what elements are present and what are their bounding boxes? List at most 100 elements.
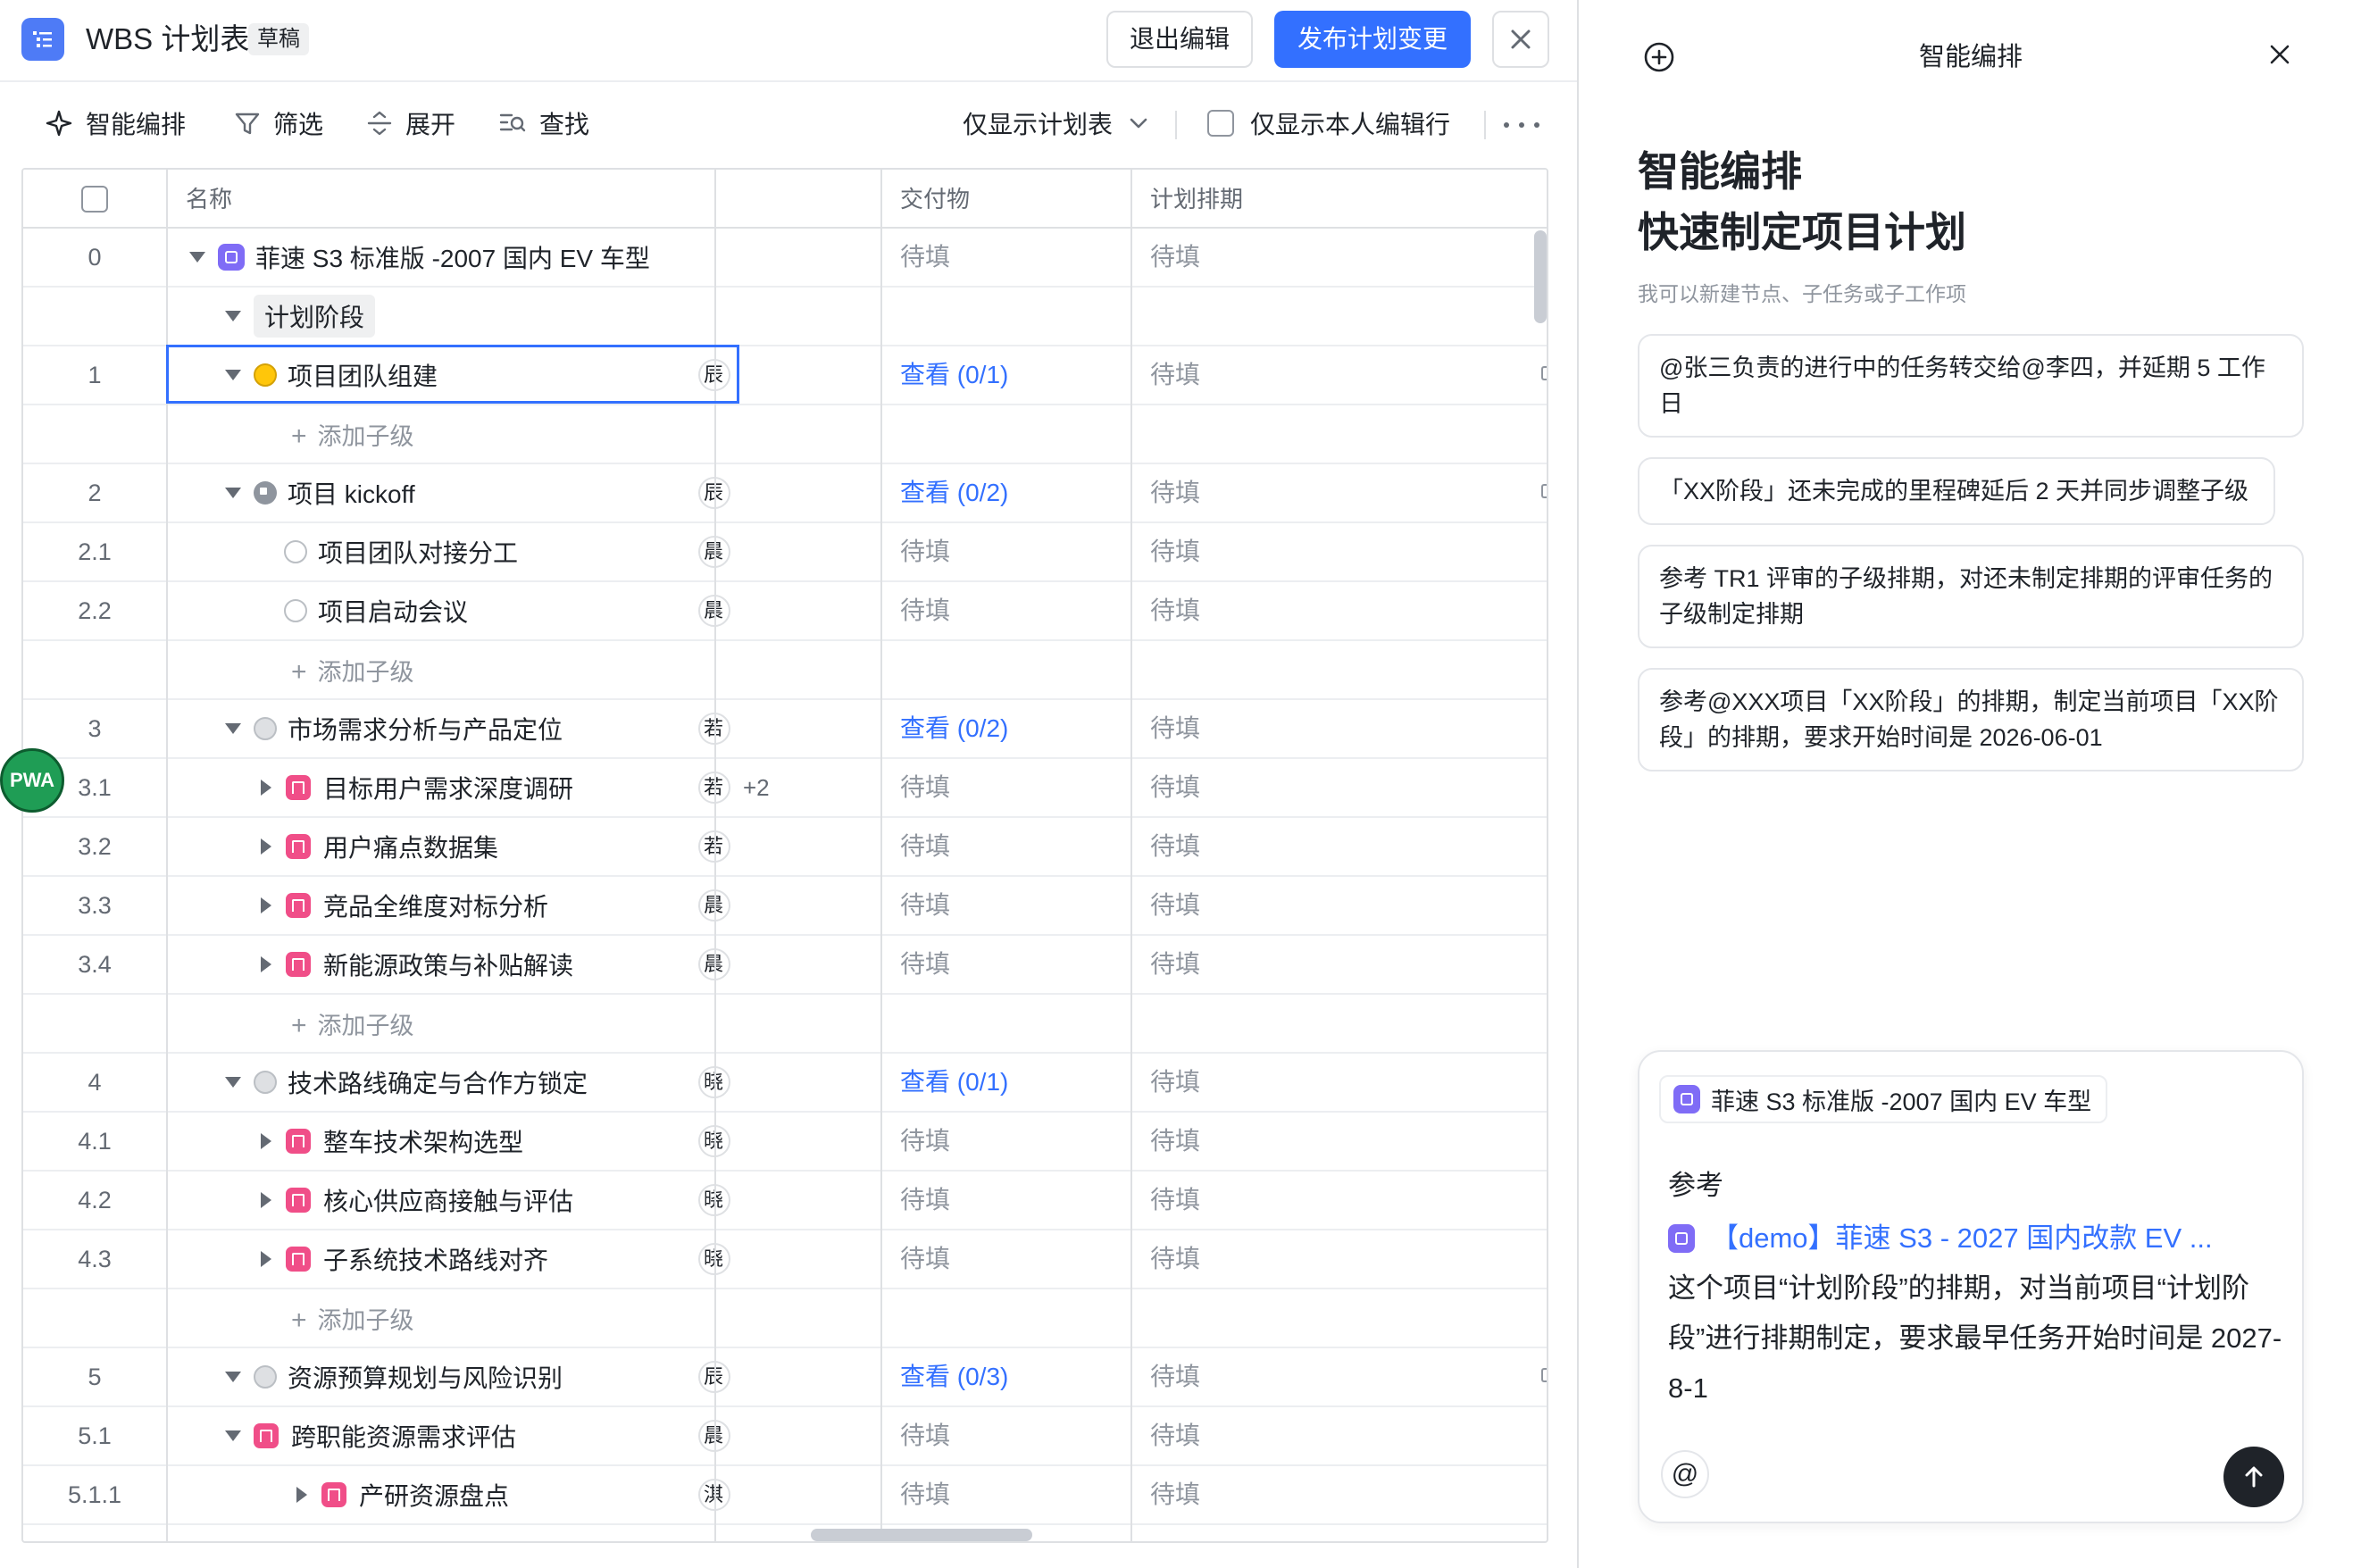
- deliverable-cell[interactable]: 待填: [900, 1230, 950, 1288]
- schedule-cell[interactable]: 待填: [1150, 1054, 1200, 1111]
- expand-toggle-icon[interactable]: [261, 780, 271, 796]
- prompt-composer[interactable]: 菲速 S3 标准版 -2007 国内 EV 车型 参考 【demo】菲速 S3 …: [1638, 1050, 2304, 1523]
- prompt-text[interactable]: 参考 【demo】菲速 S3 - 2027 国内改款 EV ... 这个项目“计…: [1668, 1161, 2284, 1414]
- table-row[interactable]: 3.2 用户痛点数据集 若 待填 待填: [23, 818, 1547, 877]
- row-name-cell[interactable]: 竞品全维度对标分析: [261, 877, 548, 934]
- expand-toggle-icon[interactable]: [261, 1133, 271, 1149]
- collapse-toggle-icon[interactable]: [225, 1372, 241, 1382]
- horizontal-scrollbar[interactable]: [811, 1529, 1032, 1541]
- owner-cell[interactable]: 晨: [698, 889, 730, 922]
- table-row[interactable]: 计划阶段: [23, 288, 1547, 346]
- only-mine-toggle[interactable]: 仅显示本人编辑行: [1207, 104, 1450, 143]
- owner-cell[interactable]: 晨: [698, 536, 730, 568]
- table-row[interactable]: 4.3 子系统技术路线对齐 晓 待填 待填: [23, 1230, 1547, 1289]
- row-name-cell[interactable]: 产研资源盘点: [296, 1466, 509, 1523]
- table-row[interactable]: 3.3 竞品全维度对标分析 晨 待填 待填: [23, 877, 1547, 936]
- table-row[interactable]: 2.1 项目团队对接分工 晨 待填 待填: [23, 523, 1547, 582]
- row-name-cell[interactable]: 跨职能资源需求评估: [225, 1407, 516, 1464]
- find-tool[interactable]: 查找: [498, 104, 589, 143]
- row-name-cell[interactable]: 目标用户需求深度调研: [261, 759, 573, 816]
- table-row[interactable]: 0 菲速 S3 标准版 -2007 国内 EV 车型 待填 待填: [23, 229, 1547, 288]
- send-button[interactable]: [2223, 1447, 2284, 1507]
- owner-cell[interactable]: 晓: [698, 1243, 730, 1275]
- table-row[interactable]: 4 技术路线确定与合作方锁定 晓 查看 (0/1) 待填: [23, 1054, 1547, 1113]
- deliverable-cell[interactable]: 待填: [900, 229, 950, 286]
- avatar[interactable]: PWA: [0, 748, 64, 813]
- row-name-cell[interactable]: 资源预算规划与风险识别: [225, 1348, 563, 1405]
- schedule-cell[interactable]: 待填: [1150, 1348, 1200, 1405]
- table-row[interactable]: 1 项目团队组建 辰 查看 (0/1) 待填: [23, 346, 1547, 405]
- schedule-cell[interactable]: 待填: [1150, 346, 1200, 404]
- schedule-cell[interactable]: 待填: [1150, 1113, 1200, 1170]
- row-name-cell[interactable]: 技术路线确定与合作方锁定: [225, 1054, 588, 1111]
- row-name-cell[interactable]: 新能源政策与补贴解读: [261, 936, 573, 993]
- add-child-row[interactable]: + 添加子级: [23, 1289, 1547, 1348]
- row-name-cell[interactable]: + 添加子级: [291, 405, 414, 463]
- collapse-toggle-icon[interactable]: [225, 1077, 241, 1088]
- table-row[interactable]: 5.1.1 产研资源盘点 淇 待填 待填: [23, 1466, 1547, 1525]
- schedule-cell[interactable]: 待填: [1150, 1407, 1200, 1464]
- expand-toggle-icon[interactable]: [261, 956, 271, 972]
- schedule-cell[interactable]: 待填: [1150, 1230, 1200, 1288]
- deliverable-cell[interactable]: 待填: [900, 1466, 950, 1523]
- close-button[interactable]: [1492, 11, 1549, 68]
- row-name-cell[interactable]: 用户痛点数据集: [261, 818, 498, 875]
- row-name-cell[interactable]: 核心供应商接触与评估: [261, 1172, 573, 1229]
- collapse-toggle-icon[interactable]: [225, 311, 241, 321]
- schedule-cell[interactable]: 待填: [1150, 877, 1200, 934]
- view-deliverables-link[interactable]: 查看 (0/3): [900, 1348, 1008, 1405]
- row-name-cell[interactable]: 项目启动会议: [284, 582, 468, 639]
- view-deliverables-link[interactable]: 查看 (0/1): [900, 346, 1008, 404]
- add-child-button[interactable]: + 添加子级: [291, 417, 414, 452]
- view-deliverables-link[interactable]: 查看 (0/1): [900, 1054, 1008, 1111]
- add-child-row[interactable]: + 添加子级: [23, 641, 1547, 700]
- exit-edit-button[interactable]: 退出编辑: [1106, 11, 1253, 68]
- collapse-toggle-icon[interactable]: [225, 723, 241, 734]
- table-row[interactable]: 3 市场需求分析与产品定位 若 查看 (0/2) 待填: [23, 700, 1547, 759]
- collapse-toggle-icon[interactable]: [225, 370, 241, 380]
- table-row[interactable]: 5.1 跨职能资源需求评估 晨 待填 待填: [23, 1407, 1547, 1466]
- expand-tool[interactable]: 展开: [366, 104, 455, 143]
- schedule-cell[interactable]: 待填: [1150, 523, 1200, 580]
- row-name-cell[interactable]: 整车技术架构选型: [261, 1113, 523, 1170]
- row-name-cell[interactable]: + 添加子级: [291, 1289, 414, 1347]
- row-name-cell[interactable]: 市场需求分析与产品定位: [225, 700, 563, 757]
- table-row[interactable]: 3.4 新能源政策与补贴解读 晨 待填 待填: [23, 936, 1547, 995]
- schedule-cell[interactable]: 待填: [1150, 759, 1200, 816]
- schedule-cell[interactable]: 待填: [1150, 1172, 1200, 1229]
- add-child-row[interactable]: + 添加子级: [23, 405, 1547, 464]
- schedule-cell[interactable]: 待填: [1150, 464, 1200, 521]
- owner-cell[interactable]: 辰: [698, 359, 730, 391]
- deliverable-cell[interactable]: 待填: [900, 936, 950, 993]
- suggestion-card[interactable]: @张三负责的进行中的任务转交给@李四，并延期 5 工作日: [1638, 334, 2304, 438]
- schedule-cell[interactable]: 待填: [1150, 582, 1200, 639]
- deliverable-cell[interactable]: 待填: [900, 818, 950, 875]
- context-project-chip[interactable]: 菲速 S3 标准版 -2007 国内 EV 车型: [1659, 1075, 2108, 1123]
- collapse-toggle-icon[interactable]: [189, 252, 205, 263]
- expand-toggle-icon[interactable]: [261, 838, 271, 855]
- add-child-row[interactable]: + 添加子级: [23, 995, 1547, 1054]
- row-name-cell[interactable]: + 添加子级: [291, 995, 414, 1052]
- schedule-cell[interactable]: 待填: [1150, 818, 1200, 875]
- view-deliverables-link[interactable]: 查看 (0/2): [900, 700, 1008, 757]
- owner-cell[interactable]: 若 +2: [698, 771, 770, 804]
- panel-close-button[interactable]: [2266, 41, 2293, 72]
- schedule-cell[interactable]: 待填: [1150, 936, 1200, 993]
- deliverable-cell[interactable]: 待填: [900, 1172, 950, 1229]
- mention-button[interactable]: @: [1661, 1450, 1709, 1498]
- collapse-toggle-icon[interactable]: [225, 1430, 241, 1441]
- row-name-cell[interactable]: 项目 kickoff: [225, 464, 415, 521]
- add-child-button[interactable]: + 添加子级: [291, 1006, 414, 1041]
- table-row[interactable]: 2.2 项目启动会议 晨 待填 待填: [23, 582, 1547, 641]
- owner-cell[interactable]: 晓: [698, 1125, 730, 1157]
- schedule-cell[interactable]: 待填: [1150, 1466, 1200, 1523]
- owner-cell[interactable]: 淇: [698, 1479, 730, 1511]
- column-header-schedule[interactable]: 计划排期: [1132, 170, 1243, 229]
- add-child-button[interactable]: + 添加子级: [291, 1301, 414, 1336]
- owner-cell[interactable]: 若: [698, 830, 730, 863]
- row-name-cell[interactable]: 计划阶段: [225, 288, 376, 345]
- vertical-scrollbar[interactable]: [1534, 230, 1547, 323]
- row-name-cell[interactable]: 子系统技术路线对齐: [261, 1230, 548, 1288]
- schedule-cell[interactable]: 待填: [1150, 700, 1200, 757]
- deliverable-cell[interactable]: 待填: [900, 582, 950, 639]
